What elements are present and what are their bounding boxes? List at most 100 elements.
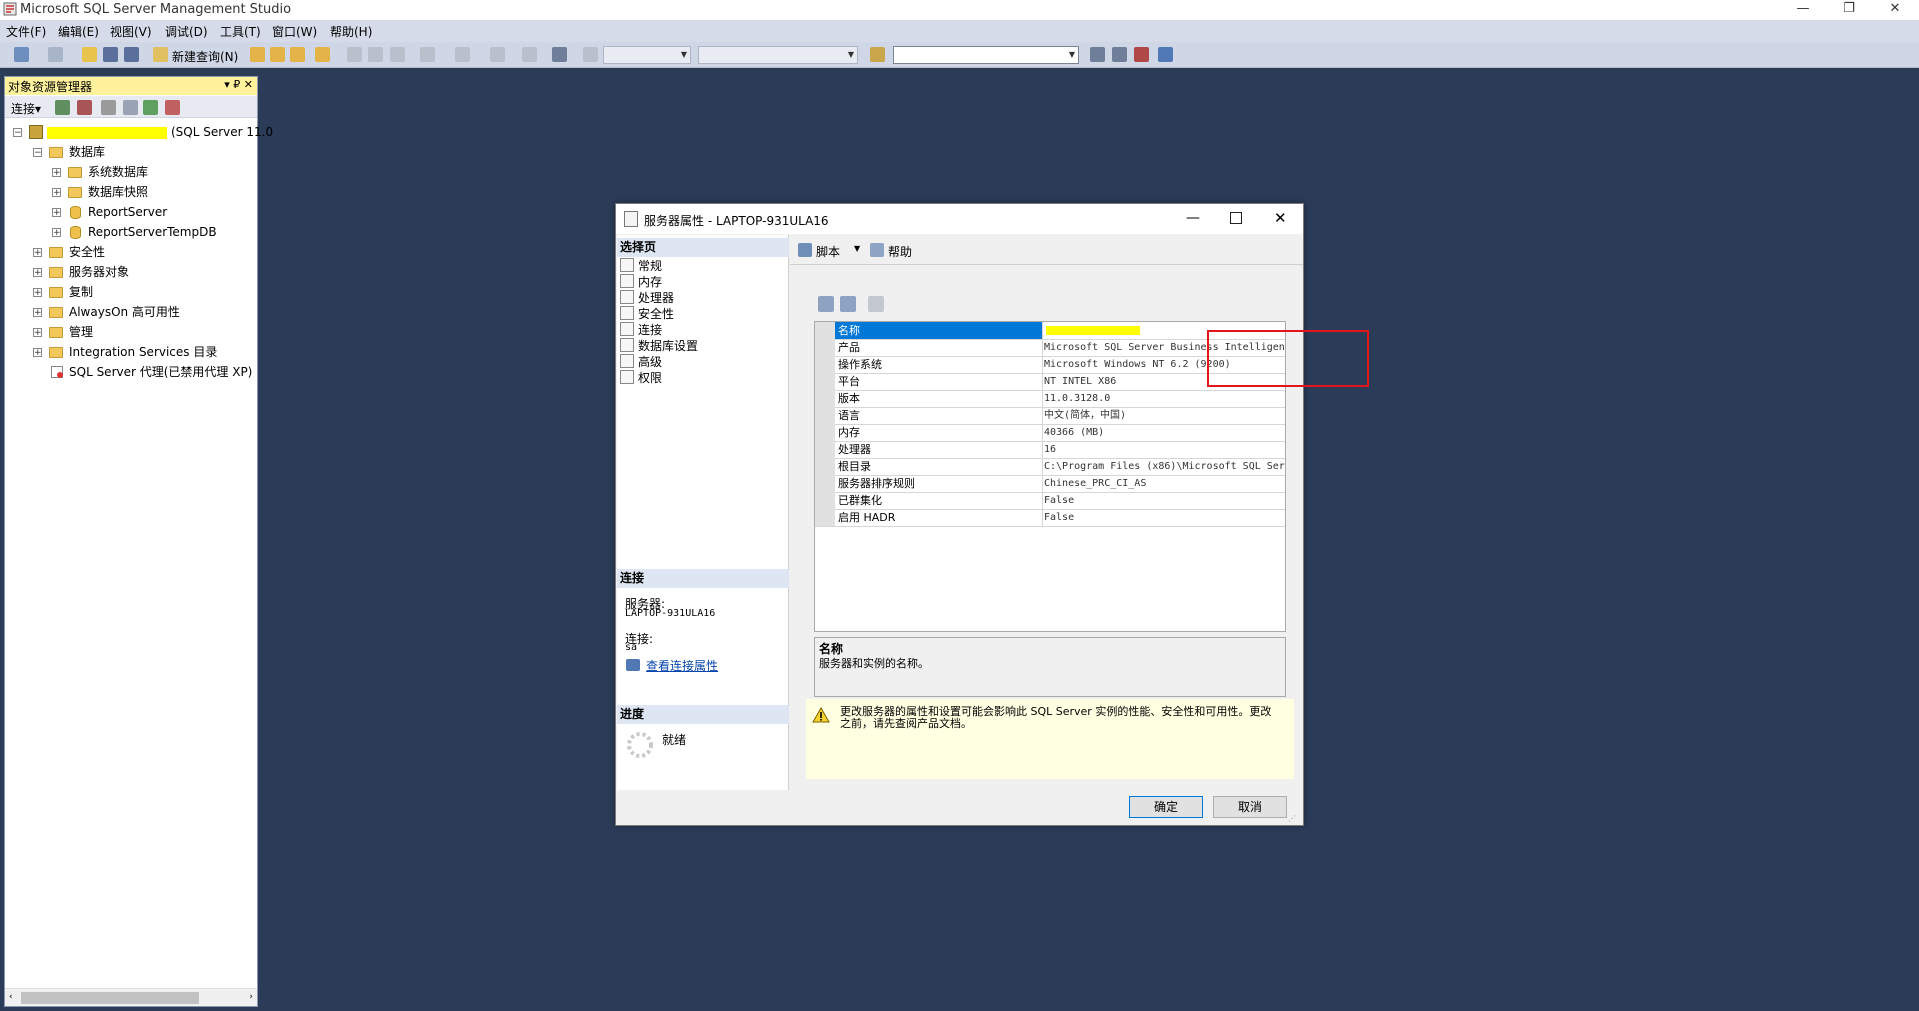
solution-platform-combo[interactable]: ▼ xyxy=(698,46,858,64)
tree-node-alwayson[interactable]: + AlwaysOn 高可用性 xyxy=(33,303,233,321)
property-row[interactable]: 已群集化 False xyxy=(815,492,1285,510)
expand-icon[interactable]: + xyxy=(33,288,42,298)
menu-tools[interactable]: 工具(T) xyxy=(220,23,261,40)
menu-help[interactable]: 帮助(H) xyxy=(330,23,372,40)
tree-node-reportserver[interactable]: + ReportServer xyxy=(52,203,252,221)
panel-pin-close-controls[interactable]: ▾ ₽ ✕ xyxy=(224,78,253,91)
activity-icon[interactable] xyxy=(165,100,180,115)
cancel-button[interactable]: 取消 xyxy=(1213,796,1287,818)
alphabetical-sort-icon[interactable] xyxy=(840,296,856,312)
find-in-files-icon[interactable] xyxy=(870,47,885,62)
tree-node-management[interactable]: + 管理 xyxy=(33,323,233,341)
paste-icon[interactable] xyxy=(390,47,405,62)
page-connections[interactable]: 连接 xyxy=(620,322,662,338)
property-row[interactable]: 版本 11.0.3128.0 xyxy=(815,390,1285,408)
collapse-icon[interactable]: − xyxy=(13,128,22,138)
horizontal-scrollbar[interactable]: ‹ › xyxy=(5,988,257,1006)
close-button[interactable]: ✕ xyxy=(1872,0,1918,20)
tree-node-server-objects[interactable]: + 服务器对象 xyxy=(33,263,233,281)
navigate-forward-icon[interactable] xyxy=(522,47,537,62)
property-row[interactable]: 启用 HADR False xyxy=(815,509,1285,527)
redo-icon[interactable] xyxy=(455,47,470,62)
toolbox-icon[interactable] xyxy=(1134,47,1149,62)
tree-node-security[interactable]: + 安全性 xyxy=(33,243,233,261)
save-all-icon[interactable] xyxy=(124,47,139,62)
find-combo[interactable]: ▼ xyxy=(893,46,1079,64)
restore-button[interactable]: ❐ xyxy=(1826,0,1872,20)
expand-icon[interactable]: + xyxy=(52,188,61,198)
scroll-left-icon[interactable]: ‹ xyxy=(9,992,13,1002)
expand-icon[interactable]: + xyxy=(33,328,42,338)
property-row[interactable]: 根目录 C:\Program Files (x86)\Microsoft SQL … xyxy=(815,458,1285,476)
undo-icon[interactable] xyxy=(420,47,435,62)
page-permissions[interactable]: 权限 xyxy=(620,370,662,386)
page-security[interactable]: 安全性 xyxy=(620,306,674,322)
categorized-icon[interactable] xyxy=(818,296,834,312)
ok-button[interactable]: 确定 xyxy=(1129,796,1203,818)
tree-node-reportservertempdb[interactable]: + ReportServerTempDB xyxy=(52,223,252,241)
property-row[interactable]: 语言 中文(简体，中国) xyxy=(815,407,1285,425)
object-explorer-icon[interactable] xyxy=(1112,47,1127,62)
filter-icon[interactable] xyxy=(123,100,138,115)
menu-file[interactable]: 文件(F) xyxy=(6,23,46,40)
tree-node-databases[interactable]: − 数据库 xyxy=(33,143,233,161)
tree-node-db-snapshots[interactable]: + 数据库快照 xyxy=(52,183,252,201)
dialog-maximize-button[interactable] xyxy=(1230,212,1242,224)
page-processors[interactable]: 处理器 xyxy=(620,290,674,306)
properties-window-icon[interactable] xyxy=(1158,47,1173,62)
dialog-minimize-button[interactable]: — xyxy=(1186,210,1200,226)
expand-icon[interactable]: + xyxy=(33,348,42,358)
collapse-icon[interactable]: − xyxy=(33,148,42,158)
script-button[interactable]: 脚本 xyxy=(816,243,840,260)
view-connection-properties-link[interactable]: 查看连接属性 xyxy=(646,657,718,674)
tree-node-replication[interactable]: + 复制 xyxy=(33,283,233,301)
dialog-close-button[interactable]: ✕ xyxy=(1274,209,1287,227)
page-advanced[interactable]: 高级 xyxy=(620,354,662,370)
scroll-right-icon[interactable]: › xyxy=(249,992,253,1002)
mdx-query-icon[interactable] xyxy=(290,47,305,62)
new-query-icon[interactable] xyxy=(153,47,168,62)
stop-icon[interactable] xyxy=(101,100,116,115)
resize-grip-icon[interactable]: ⋰ xyxy=(1288,814,1296,823)
scrollbar-thumb[interactable] xyxy=(21,992,199,1004)
page-database-settings[interactable]: 数据库设置 xyxy=(620,338,698,354)
menu-edit[interactable]: 编辑(E) xyxy=(58,23,99,40)
expand-icon[interactable]: + xyxy=(52,228,61,238)
minimize-button[interactable]: — xyxy=(1780,0,1826,20)
open-file-icon[interactable] xyxy=(82,47,97,62)
execute-icon[interactable] xyxy=(583,47,598,62)
property-row[interactable]: 内存 40366 (MB) xyxy=(815,424,1285,442)
solution-config-combo[interactable]: ▼ xyxy=(603,46,691,64)
page-general[interactable]: 常规 xyxy=(620,258,662,274)
help-button[interactable]: 帮助 xyxy=(888,243,912,260)
expand-icon[interactable]: + xyxy=(33,248,42,258)
navigate-back-icon[interactable] xyxy=(490,47,505,62)
xmla-query-icon[interactable] xyxy=(315,47,330,62)
menu-window[interactable]: 窗口(W) xyxy=(272,23,317,40)
menu-view[interactable]: 视图(V) xyxy=(110,23,152,40)
script-dropdown-icon[interactable]: ▼ xyxy=(854,244,860,253)
analysis-query-icon[interactable] xyxy=(270,47,285,62)
property-row[interactable]: 处理器 16 xyxy=(815,441,1285,459)
tree-node-system-databases[interactable]: + 系统数据库 xyxy=(52,163,252,181)
property-row[interactable]: 服务器排序规则 Chinese_PRC_CI_AS xyxy=(815,475,1285,493)
new-query-button[interactable]: 新建查询(N) xyxy=(172,48,238,65)
cut-icon[interactable] xyxy=(347,47,362,62)
property-pages-icon[interactable] xyxy=(868,296,884,312)
db-engine-query-icon[interactable] xyxy=(250,47,265,62)
expand-icon[interactable]: + xyxy=(33,308,42,318)
connect-icon[interactable] xyxy=(55,100,70,115)
copy-icon[interactable] xyxy=(368,47,383,62)
refresh-icon[interactable] xyxy=(143,100,158,115)
add-item-icon[interactable] xyxy=(48,47,63,62)
menu-debug[interactable]: 调试(D) xyxy=(165,23,208,40)
connect-dropdown[interactable]: 连接▾ xyxy=(11,100,41,117)
new-project-icon[interactable] xyxy=(14,47,29,62)
disconnect-icon[interactable] xyxy=(77,100,92,115)
activity-monitor-icon[interactable] xyxy=(552,47,567,62)
expand-icon[interactable]: + xyxy=(52,208,61,218)
page-memory[interactable]: 内存 xyxy=(620,274,662,290)
expand-icon[interactable]: + xyxy=(33,268,42,278)
tree-node-sql-agent[interactable]: SQL Server 代理(已禁用代理 XP) xyxy=(33,363,255,381)
tree-node-integration-services[interactable]: + Integration Services 目录 xyxy=(33,343,253,361)
